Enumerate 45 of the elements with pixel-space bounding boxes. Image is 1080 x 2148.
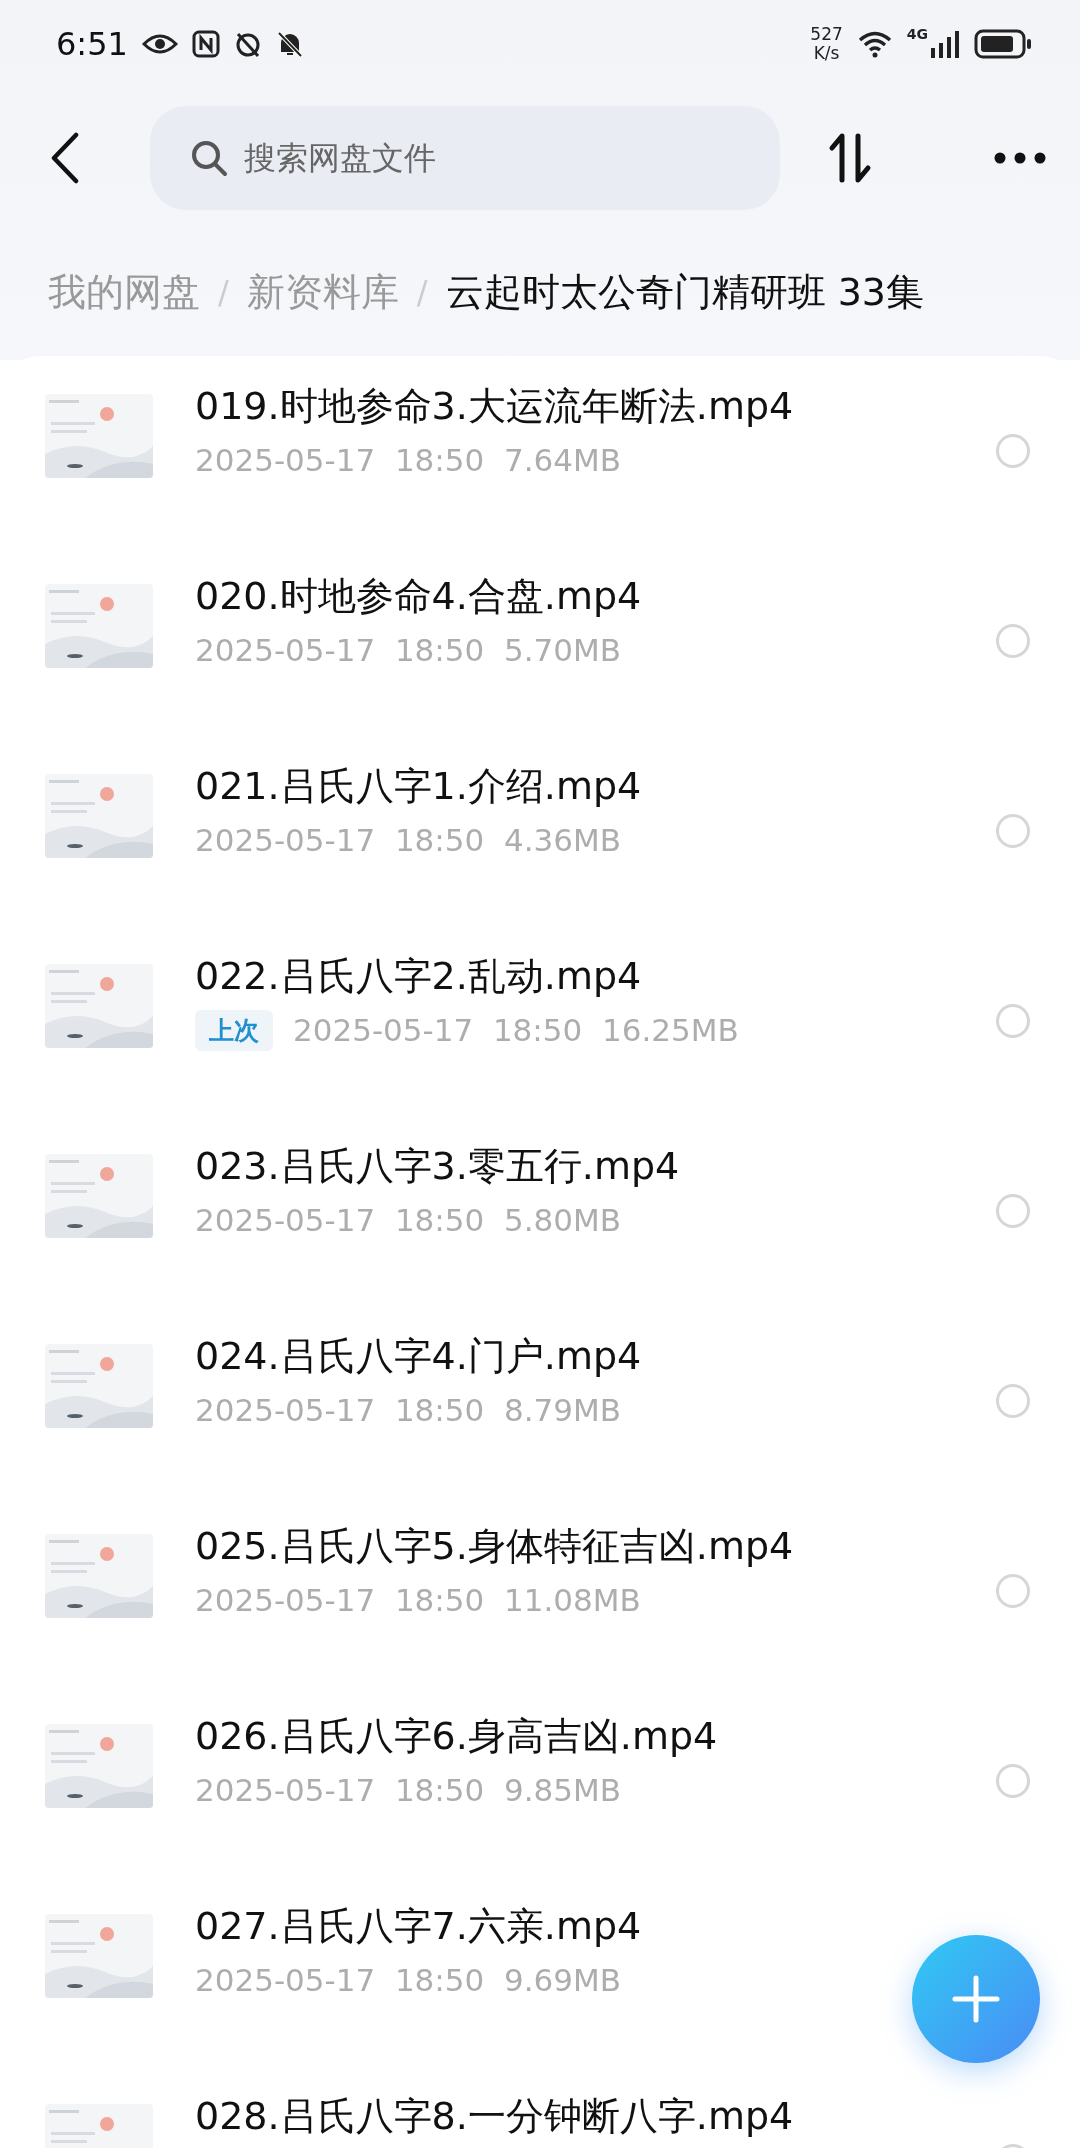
file-name[interactable]: 026.吕氏八字6.身高吉凶.mp4 <box>195 1714 996 1758</box>
file-meta: 2025-05-17 18:50 9.85MB <box>195 1772 621 1808</box>
file-name[interactable]: 021.吕氏八字1.介绍.mp4 <box>195 764 996 808</box>
more-icon <box>994 152 1046 164</box>
file-meta: 2025-05-17 18:50 5.70MB <box>195 632 621 668</box>
file-meta: 2025-05-17 18:50 5.80MB <box>195 1202 621 1238</box>
file-name[interactable]: 027.吕氏八字7.六亲.mp4 <box>195 1904 1030 1948</box>
file-name[interactable]: 023.吕氏八字3.零五行.mp4 <box>195 1144 996 1188</box>
search-icon <box>190 139 228 177</box>
select-radio[interactable] <box>996 1384 1030 1418</box>
search-field[interactable]: 搜索网盘文件 <box>150 106 780 210</box>
plus-icon <box>951 1974 1001 2024</box>
file-name[interactable]: 024.吕氏八字4.门户.mp4 <box>195 1334 996 1378</box>
file-meta: 2025-05-17 18:50 11.08MB <box>195 1582 641 1618</box>
network-speed: 527 K/s <box>810 25 843 63</box>
select-radio[interactable] <box>996 1764 1030 1798</box>
file-name[interactable]: 019.时地参命3.大运流年断法.mp4 <box>195 384 996 428</box>
battery-icon <box>974 29 1032 59</box>
file-name[interactable]: 025.吕氏八字5.身体特征吉凶.mp4 <box>195 1524 996 1568</box>
select-radio[interactable] <box>996 434 1030 468</box>
breadcrumb-link[interactable]: 云起时太公奇门精研班 33集 <box>445 266 924 318</box>
file-meta: 2025-05-17 18:50 16.25MB <box>293 1012 739 1048</box>
search-input[interactable]: 搜索网盘文件 <box>242 138 666 178</box>
status-time: 6:51 <box>56 25 128 63</box>
select-radio[interactable] <box>996 814 1030 848</box>
wifi-icon <box>856 30 893 58</box>
last-played-tag: 上次 <box>195 1009 273 1051</box>
breadcrumb-separator: / <box>218 273 229 311</box>
select-radio[interactable] <box>996 1194 1030 1228</box>
file-name[interactable]: 020.时地参命4.合盘.mp4 <box>195 574 996 618</box>
signal-icon <box>930 30 960 58</box>
file-meta: 2025-05-17 18:50 4.36MB <box>195 822 621 858</box>
network-type: 4G <box>906 26 928 42</box>
nfc-icon <box>191 30 220 58</box>
select-radio[interactable] <box>996 1574 1030 1608</box>
eye-icon <box>141 32 178 56</box>
bell-off-icon <box>275 30 304 58</box>
file-meta: 2025-05-17 18:50 9.69MB <box>195 1962 621 1998</box>
file-name[interactable]: 022.吕氏八字2.乱动.mp4 <box>195 954 996 998</box>
file-name[interactable]: 028.吕氏八字8.一分钟断八字.mp4 <box>195 2094 996 2138</box>
select-radio[interactable] <box>996 624 1030 658</box>
select-radio[interactable] <box>996 1004 1030 1038</box>
breadcrumb-separator: / <box>416 273 428 311</box>
file-meta: 2025-05-17 18:50 8.79MB <box>195 1392 621 1428</box>
file-meta: 2025-05-17 18:50 7.64MB <box>195 442 621 478</box>
